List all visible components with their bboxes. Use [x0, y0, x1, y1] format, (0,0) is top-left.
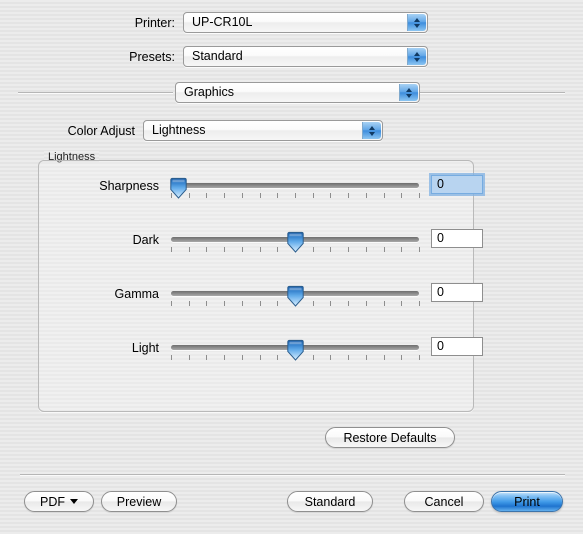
triangle-down-icon — [70, 499, 78, 504]
chevron-updown-icon — [399, 84, 418, 101]
presets-row: Presets: Standard — [0, 46, 430, 67]
chevron-updown-icon — [362, 122, 381, 139]
cancel-button[interactable]: Cancel — [404, 491, 484, 512]
slider-row: Gamma 0 — [49, 283, 483, 325]
printer-popup-value: UP-CR10L — [192, 16, 253, 29]
print-button[interactable]: Print — [491, 491, 563, 512]
slider-thumb[interactable] — [286, 231, 304, 253]
slider-gamma[interactable] — [171, 283, 420, 313]
slider-row: Light 0 — [49, 337, 483, 379]
presets-popup-value: Standard — [192, 50, 243, 63]
slider-label-sharpness: Sharpness — [99, 179, 159, 193]
slider-value-field-gamma[interactable]: 0 — [431, 283, 483, 302]
preview-button[interactable]: Preview — [101, 491, 177, 512]
restore-defaults-button[interactable]: Restore Defaults — [325, 427, 455, 448]
slider-value-field-light[interactable]: 0 — [431, 337, 483, 356]
slider-tickmarks — [171, 193, 420, 200]
presets-label: Presets: — [129, 49, 175, 64]
slider-label-light: Light — [131, 341, 159, 355]
slider-label-dark: Dark — [132, 233, 159, 247]
pane-separator-right — [420, 92, 565, 93]
slider-value-field-sharpness[interactable]: 0 — [429, 173, 485, 196]
print-dialog: Printer: UP-CR10L Presets: Standard Grap… — [0, 0, 583, 534]
pane-separator-left — [18, 92, 173, 93]
slider-thumb[interactable] — [170, 177, 187, 199]
slider-thumb[interactable] — [286, 285, 304, 307]
slider-track[interactable] — [171, 183, 419, 188]
slider-row: Dark 0 — [49, 229, 483, 271]
slider-light[interactable] — [171, 337, 420, 367]
pane-popup-button[interactable]: Graphics — [175, 82, 420, 103]
pane-popup-value: Graphics — [184, 86, 235, 99]
pdf-button-label: PDF — [40, 494, 65, 509]
printer-label: Printer: — [134, 15, 175, 30]
slider-row: Sharpness 0 — [49, 173, 485, 217]
slider-dark[interactable] — [171, 229, 420, 259]
lightness-groupbox: Sharpness 0 Dark 0 Gamma 0 Light 0 — [38, 160, 485, 412]
standard-button[interactable]: Standard — [287, 491, 373, 512]
slider-label-gamma: Gamma — [114, 287, 159, 301]
color-adjust-label: Color Adjust — [67, 123, 135, 138]
printer-popup-button[interactable]: UP-CR10L — [183, 12, 428, 33]
chevron-updown-icon — [407, 48, 426, 65]
color-adjust-popup-button[interactable]: Lightness — [143, 120, 383, 141]
presets-popup-button[interactable]: Standard — [183, 46, 428, 67]
color-adjust-row: Color Adjust Lightness — [0, 120, 390, 141]
slider-thumb[interactable] — [286, 339, 304, 361]
pdf-button[interactable]: PDF — [24, 491, 94, 512]
footer-separator — [20, 474, 565, 475]
chevron-updown-icon — [407, 14, 426, 31]
slider-sharpness[interactable] — [170, 175, 420, 205]
color-adjust-popup-value: Lightness — [152, 124, 206, 137]
printer-row: Printer: UP-CR10L — [0, 12, 430, 33]
slider-value-field-dark[interactable]: 0 — [431, 229, 483, 248]
